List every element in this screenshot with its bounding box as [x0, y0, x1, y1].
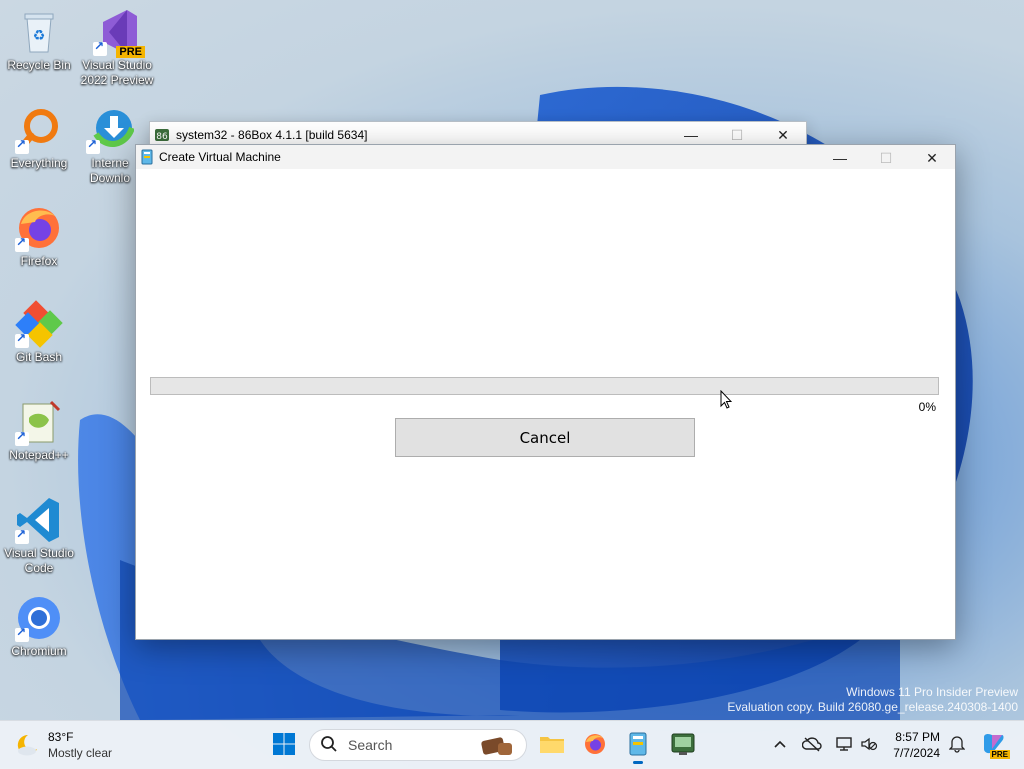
pre-badge: PRE: [116, 46, 145, 58]
mouse-cursor-icon: [720, 389, 733, 410]
progress-percent: 0%: [918, 400, 936, 414]
desktop-icon-firefox[interactable]: Firefox: [0, 204, 78, 269]
onedrive-offline-icon[interactable]: [801, 733, 823, 755]
close-button[interactable]: ✕: [909, 145, 955, 171]
visual-studio-icon: PRE: [93, 8, 145, 58]
86box-app-icon: 86: [154, 127, 170, 143]
desktop-icon-label: Everything: [10, 156, 68, 170]
shortcut-arrow-icon: [15, 235, 29, 252]
everything-search-icon: [15, 106, 63, 154]
firefox-icon: [15, 204, 63, 252]
shortcut-arrow-icon: [15, 429, 29, 446]
idm-icon: [86, 106, 135, 154]
volume-muted-icon[interactable]: [858, 733, 880, 755]
search-highlight-icon: [478, 733, 518, 762]
watermark-line: Windows 11 Pro Insider Preview: [846, 685, 1018, 699]
dialog-title-bar[interactable]: Create Virtual Machine — ☐ ✕: [136, 145, 955, 169]
minimize-button[interactable]: —: [817, 145, 863, 171]
desktop-icon-label: Visual Studio Code: [4, 546, 74, 575]
desktop-icon-everything[interactable]: Everything: [0, 106, 78, 171]
desktop-icon-chromium[interactable]: Chromium: [0, 594, 78, 659]
taskbar-file-explorer[interactable]: [536, 729, 568, 761]
taskbar-firefox[interactable]: [579, 729, 611, 761]
86box-wizard-icon: [141, 149, 153, 165]
86box-app-icon: [670, 731, 696, 760]
taskbar-search-box[interactable]: Search: [309, 729, 527, 761]
weather-widget[interactable]: 83°F Mostly clear: [14, 729, 112, 761]
search-icon: [320, 735, 338, 756]
recycle-bin-icon: ♻: [15, 8, 63, 56]
taskbar-86box-dialog[interactable]: [622, 729, 654, 764]
desktop-icon-recycle-bin[interactable]: ♻ Recycle Bin: [0, 8, 78, 73]
desktop-icon-label: Notepad++: [9, 448, 69, 462]
taskbar: 83°F Mostly clear Search 8:57 PM 7/7/202…: [0, 720, 1024, 769]
moon-cloud-icon: [14, 732, 40, 758]
taskbar-clock[interactable]: 8:57 PM 7/7/2024: [886, 729, 940, 761]
dialog-title: Create Virtual Machine: [159, 150, 281, 164]
shortcut-arrow-icon: [15, 331, 29, 348]
clock-date: 7/7/2024: [893, 746, 940, 760]
maximize-button[interactable]: ☐: [863, 145, 909, 171]
copilot-icon[interactable]: PRE: [980, 731, 1010, 759]
weather-temperature: 83°F: [48, 730, 74, 744]
desktop-icon-label: Recycle Bin: [7, 58, 71, 72]
firefox-icon: [583, 732, 607, 759]
desktop-icon-label: Git Bash: [15, 350, 63, 364]
desktop-icon-git-bash[interactable]: Git Bash: [0, 300, 78, 365]
svg-text:♻: ♻: [33, 27, 46, 43]
git-bash-icon: [15, 300, 63, 348]
taskbar-86box[interactable]: [667, 729, 699, 761]
notification-bell-icon[interactable]: [946, 733, 968, 755]
folder-icon: [539, 733, 565, 758]
network-icon[interactable]: [833, 733, 855, 755]
window-title: system32 - 86Box 4.1.1 [build 5634]: [176, 128, 368, 142]
clock-time: 8:57 PM: [895, 730, 940, 744]
chromium-icon: [15, 594, 63, 642]
os-watermark: Windows 11 Pro Insider Preview Evaluatio…: [727, 685, 1018, 715]
pre-badge: PRE: [989, 750, 1010, 759]
desktop-icon-visual-studio-code[interactable]: Visual Studio Code: [0, 496, 78, 576]
shortcut-arrow-icon: [15, 527, 29, 544]
show-hidden-icons-chevron-icon[interactable]: [769, 733, 791, 755]
86box-wizard-icon: [629, 732, 647, 759]
watermark-line: Evaluation copy. Build 26080.ge_release.…: [727, 700, 1018, 714]
desktop-icon-visual-studio-2022-preview[interactable]: PRE Visual Studio 2022 Preview: [78, 8, 156, 88]
weather-condition: Mostly clear: [48, 746, 113, 760]
progress-bar: [150, 377, 939, 395]
cancel-button[interactable]: Cancel: [395, 418, 695, 457]
svg-text:86: 86: [156, 132, 168, 142]
desktop-icon-label: Visual Studio 2022 Preview: [80, 58, 154, 87]
start-button[interactable]: [268, 729, 300, 761]
create-virtual-machine-dialog[interactable]: Create Virtual Machine — ☐ ✕ 0% Cancel: [135, 144, 956, 640]
desktop-icon-label: Interne Downlo: [89, 156, 131, 185]
active-indicator: [633, 761, 643, 764]
shortcut-arrow-icon: [15, 625, 29, 642]
desktop-icon-label: Firefox: [20, 254, 58, 268]
desktop-icon-internet-download-manager[interactable]: Interne Downlo: [78, 106, 142, 186]
shortcut-arrow-icon: [15, 137, 29, 154]
vscode-icon: [15, 496, 63, 544]
search-placeholder: Search: [348, 737, 393, 753]
shortcut-arrow-icon: [86, 137, 100, 154]
notepad-plus-plus-icon: [15, 398, 63, 446]
windows-start-icon: [272, 732, 296, 759]
desktop-icon-label: Chromium: [11, 644, 67, 658]
desktop-icon-notepad-plus-plus[interactable]: Notepad++: [0, 398, 78, 463]
shortcut-arrow-icon: [93, 39, 107, 56]
